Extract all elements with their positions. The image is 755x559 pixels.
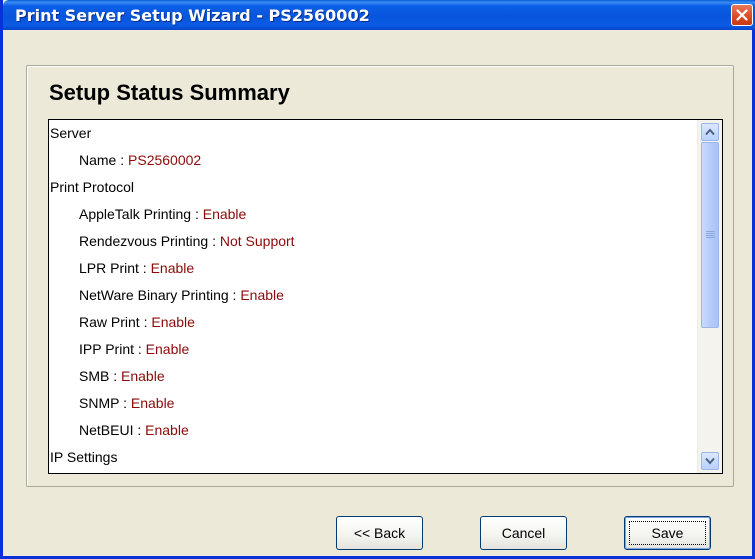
close-icon [736,9,748,21]
summary-item: Name : PS2560002 [79,147,201,174]
summary-item: AppleTalk Printing : Enable [79,201,246,228]
grip-line [706,235,715,236]
summary-section-header: IP Settings [50,444,117,471]
summary-value: Enable [121,368,165,384]
summary-item: Rendezvous Printing : Not Support [79,228,295,255]
summary-label: LPR Print : [79,260,151,276]
summary-label: NetBEUI : [79,422,146,438]
summary-label: Print Protocol [50,179,135,195]
summary-value: Not Support [219,233,295,249]
summary-item: SMB : Enable [79,363,165,390]
summary-value: Enable [151,314,195,330]
grip-line [706,233,715,234]
summary-value: Enable [145,341,190,357]
scroll-thumb[interactable] [701,142,719,328]
back-button-label: << Back [353,525,406,541]
save-button[interactable]: Save [624,516,711,550]
summary-item: NetBEUI : Enable [79,417,189,444]
summary-label: SNMP : [79,395,131,411]
summary-item: Raw Print : Enable [79,309,195,336]
back-button[interactable]: << Back [336,516,423,550]
summary-label: IPP Print : [79,341,146,357]
summary-value: Enable [202,206,247,222]
scroll-up-button[interactable] [701,123,719,141]
window-title: Print Server Setup Wizard - PS2560002 [15,6,370,25]
summary-value: Enable [130,395,175,411]
summary-item: NetWare Binary Printing : Enable [79,282,284,309]
summary-label: Raw Print : [79,314,152,330]
save-button-label: Save [651,525,684,541]
summary-label: AppleTalk Printing : [79,206,203,222]
summary-item: IPP Print : Enable [79,336,189,363]
summary-label: SMB : [79,368,122,384]
summary-value: Enable [240,287,284,303]
summary-value: Enable [145,422,189,438]
summary-item: SNMP : Enable [79,390,174,417]
summary-section-header: Server [50,120,91,147]
summary-label: NetWare Binary Printing : [79,287,241,303]
summary-label: Rendezvous Printing : [79,233,220,249]
scroll-down-button[interactable] [701,452,719,470]
title-bar[interactable]: Print Server Setup Wizard - PS2560002 [3,0,755,30]
summary-value: Enable [150,260,195,276]
summary-label: IP Settings [50,449,118,465]
summary-item: LPR Print : Enable [79,255,194,282]
status-summary-list[interactable]: Server Name : PS2560002 Print Protocol Appl… [48,119,723,474]
triangle-down-icon [705,457,715,465]
triangle-up-icon [705,128,715,136]
cancel-button-label: Cancel [501,525,546,541]
cancel-button[interactable]: Cancel [480,516,567,550]
summary-label: Server [50,125,92,141]
wizard-window: Print Server Setup Wizard - PS2560002 Se… [0,0,755,559]
summary-label: Name : [79,152,129,168]
summary-section-header: Print Protocol [50,174,134,201]
grip-line [706,237,715,238]
panel-heading: Setup Status Summary [49,80,290,105]
grip-line [706,231,715,232]
vertical-scrollbar[interactable] [697,120,722,473]
close-button[interactable] [731,4,753,26]
summary-value: PS2560002 [128,152,202,168]
